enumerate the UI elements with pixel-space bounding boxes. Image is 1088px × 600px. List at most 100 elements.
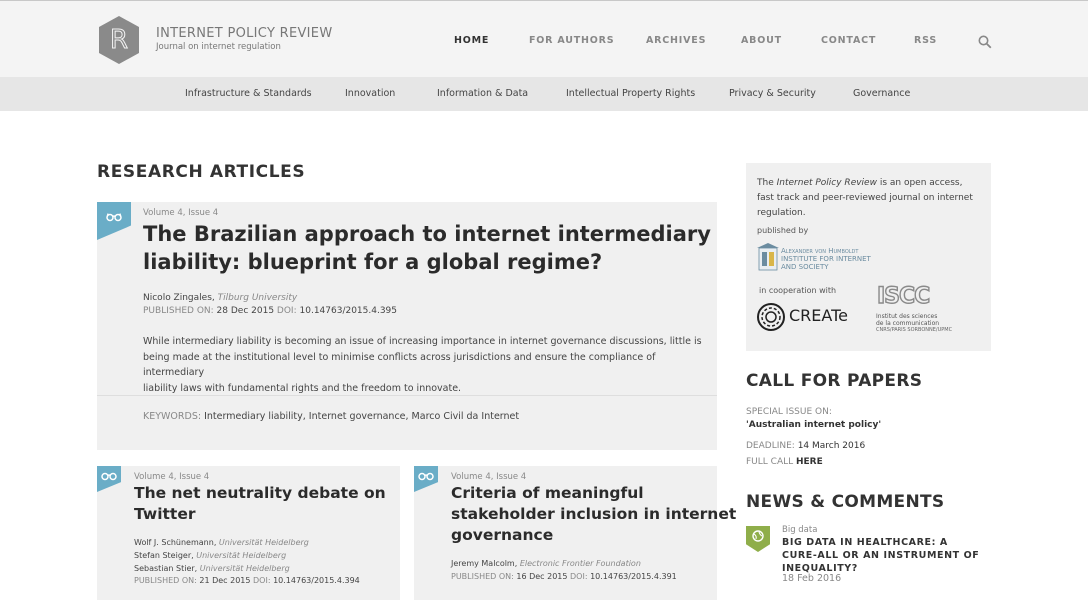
call-for-papers-title: CALL FOR PAPERS xyxy=(746,371,923,391)
doi-label: DOI: xyxy=(570,572,588,581)
article-published-line: PUBLISHED ON: 28 Dec 2015 DOI: 10.14763/… xyxy=(143,306,397,316)
category-information-data[interactable]: Information & Data xyxy=(437,88,528,99)
published-date: 28 Dec 2015 xyxy=(216,306,275,316)
article-title[interactable]: The net neutrality debate on Twitter xyxy=(134,483,386,525)
search-icon[interactable] xyxy=(978,35,992,49)
main-nav: HOME FOR AUTHORS ARCHIVES ABOUT CONTACT … xyxy=(0,35,1088,49)
full-call-line: FULL CALL HERE xyxy=(746,457,823,467)
author-institution: Universität Heidelberg xyxy=(199,564,290,573)
news-comments-title: NEWS & COMMENTS xyxy=(746,492,945,512)
keywords-list[interactable]: Intermediary liability, Internet governa… xyxy=(204,411,519,422)
iscc-caption-line: CNRS/PARIS SORBONNE/UPMC xyxy=(876,327,953,333)
published-label: PUBLISHED ON: xyxy=(143,306,214,316)
article-volume[interactable]: Volume 4, Issue 4 xyxy=(143,208,218,218)
deadline-date: 14 March 2016 xyxy=(797,441,866,451)
author-name[interactable]: Wolf J. Schünemann xyxy=(134,538,214,547)
iscc-caption-line: Institut des sciences xyxy=(876,313,938,320)
article-title-line[interactable]: Twitter xyxy=(134,504,386,525)
divider xyxy=(97,395,717,396)
article-title-line[interactable]: governance xyxy=(451,525,736,546)
nav-rss[interactable]: RSS xyxy=(914,35,937,46)
nav-for-authors[interactable]: FOR AUTHORS xyxy=(529,35,614,46)
article-ribbon xyxy=(414,466,438,492)
nav-about[interactable]: ABOUT xyxy=(741,35,782,46)
article-ribbon xyxy=(97,466,121,492)
featured-article-card: Volume 4, Issue 4 The Brazilian approach… xyxy=(97,202,717,450)
article-published-line: PUBLISHED ON: 16 Dec 2015 DOI: 10.14763/… xyxy=(451,572,677,581)
article-title-line[interactable]: The net neutrality debate on xyxy=(134,483,386,504)
section-title: RESEARCH ARTICLES xyxy=(97,162,306,182)
glasses-icon xyxy=(101,472,117,481)
article-title-line[interactable]: The Brazilian approach to internet inter… xyxy=(143,220,711,248)
glasses-icon xyxy=(106,213,122,222)
about-journal-name: Internet Policy Review xyxy=(776,178,877,188)
category-privacy-security[interactable]: Privacy & Security xyxy=(729,88,816,99)
author-institution: Universität Heidelberg xyxy=(196,551,287,560)
iscc-caption-line: de la communication xyxy=(876,320,940,327)
nav-home[interactable]: HOME xyxy=(454,35,489,46)
article-volume[interactable]: Volume 4, Issue 4 xyxy=(451,472,526,482)
author-name[interactable]: Nicolo Zingales xyxy=(143,293,212,303)
article-title-line[interactable]: liability: blueprint for a global regime… xyxy=(143,248,711,276)
site-header: R INTERNET POLICY REVIEW Journal on inte… xyxy=(0,0,1088,77)
article-title[interactable]: Criteria of meaningful stakeholder inclu… xyxy=(451,483,736,546)
doi-value[interactable]: 10.14763/2015.4.395 xyxy=(300,306,398,316)
article-title[interactable]: The Brazilian approach to internet inter… xyxy=(143,220,711,276)
published-date: 21 Dec 2015 xyxy=(199,576,251,585)
abstract-line: being made at the institutional level to… xyxy=(143,351,656,379)
special-issue-title[interactable]: 'Australian internet policy' xyxy=(746,420,881,430)
special-issue-label: SPECIAL ISSUE ON: xyxy=(746,407,832,417)
published-date: 16 Dec 2015 xyxy=(516,572,568,581)
nav-archives[interactable]: ARCHIVES xyxy=(646,35,706,46)
published-by-label: published by xyxy=(757,226,809,235)
full-call-link[interactable]: HERE xyxy=(796,457,823,467)
category-infrastructure[interactable]: Infrastructure & Standards xyxy=(185,88,312,99)
create-name: CREATe xyxy=(789,306,848,325)
glasses-icon xyxy=(418,472,434,481)
about-prefix: The xyxy=(757,178,777,188)
deadline-line: DEADLINE: 14 March 2016 xyxy=(746,441,865,451)
doi-value[interactable]: 10.14763/2015.4.394 xyxy=(273,576,360,585)
doi-value[interactable]: 10.14763/2015.4.391 xyxy=(590,572,677,581)
author-name[interactable]: Jeremy Malcolm xyxy=(451,559,515,568)
keywords-label: KEYWORDS: xyxy=(143,411,202,422)
article-ribbon xyxy=(97,202,131,240)
author-name[interactable]: Stefan Steiger xyxy=(134,551,191,560)
category-innovation[interactable]: Innovation xyxy=(345,88,395,99)
news-title[interactable]: BIG DATA IN HEALTHCARE: A CURE-ALL OR AN… xyxy=(782,536,982,575)
author-institution: Electronic Frontier Foundation xyxy=(519,559,641,568)
nav-contact[interactable]: CONTACT xyxy=(821,35,876,46)
full-call-label: FULL CALL xyxy=(746,457,794,467)
globe-icon xyxy=(752,530,764,542)
abstract-line: While intermediary liability is becoming… xyxy=(143,336,702,347)
hiig-name-line: Alexander von Humboldt xyxy=(781,247,859,255)
hiig-name: Alexander von Humboldt INSTITUTE FOR INT… xyxy=(781,247,871,271)
article-title-line[interactable]: stakeholder inclusion in internet xyxy=(451,504,736,525)
deadline-label: DEADLINE: xyxy=(746,441,795,451)
news-category-badge[interactable] xyxy=(746,526,770,552)
about-box: The Internet Policy Review is an open ac… xyxy=(746,163,991,351)
category-intellectual-property[interactable]: Intellectual Property Rights xyxy=(566,88,695,99)
doi-label: DOI: xyxy=(253,576,271,585)
article-published-line: PUBLISHED ON: 21 Dec 2015 DOI: 10.14763/… xyxy=(134,576,360,585)
news-category[interactable]: Big data xyxy=(782,525,817,535)
svg-text:ISCC: ISCC xyxy=(877,284,929,309)
article-title-line[interactable]: Criteria of meaningful xyxy=(451,483,736,504)
published-label: PUBLISHED ON: xyxy=(134,576,197,585)
author-institution: Universität Heidelberg xyxy=(218,538,309,547)
news-date: 18 Feb 2016 xyxy=(782,573,842,584)
article-author-line: Wolf J. Schünemann, Universität Heidelbe… xyxy=(134,538,309,547)
author-name[interactable]: Sebastian Stier xyxy=(134,564,195,573)
about-text: The Internet Policy Review is an open ac… xyxy=(757,176,982,221)
article-card: Volume 4, Issue 4 The net neutrality deb… xyxy=(97,466,400,600)
cooperation-label: in cooperation with xyxy=(759,286,837,295)
doi-label: DOI: xyxy=(276,306,297,316)
article-volume[interactable]: Volume 4, Issue 4 xyxy=(134,472,209,482)
article-author-line: Jeremy Malcolm, Electronic Frontier Foun… xyxy=(451,559,641,568)
published-label: PUBLISHED ON: xyxy=(451,572,514,581)
article-author-line: Nicolo Zingales, Tilburg University xyxy=(143,293,298,303)
category-governance[interactable]: Governance xyxy=(853,88,910,99)
article-keywords: KEYWORDS: Intermediary liability, Intern… xyxy=(143,411,519,422)
abstract-line: liability laws with fundamental rights a… xyxy=(143,382,462,394)
category-bar: Infrastructure & Standards Innovation In… xyxy=(0,77,1088,111)
